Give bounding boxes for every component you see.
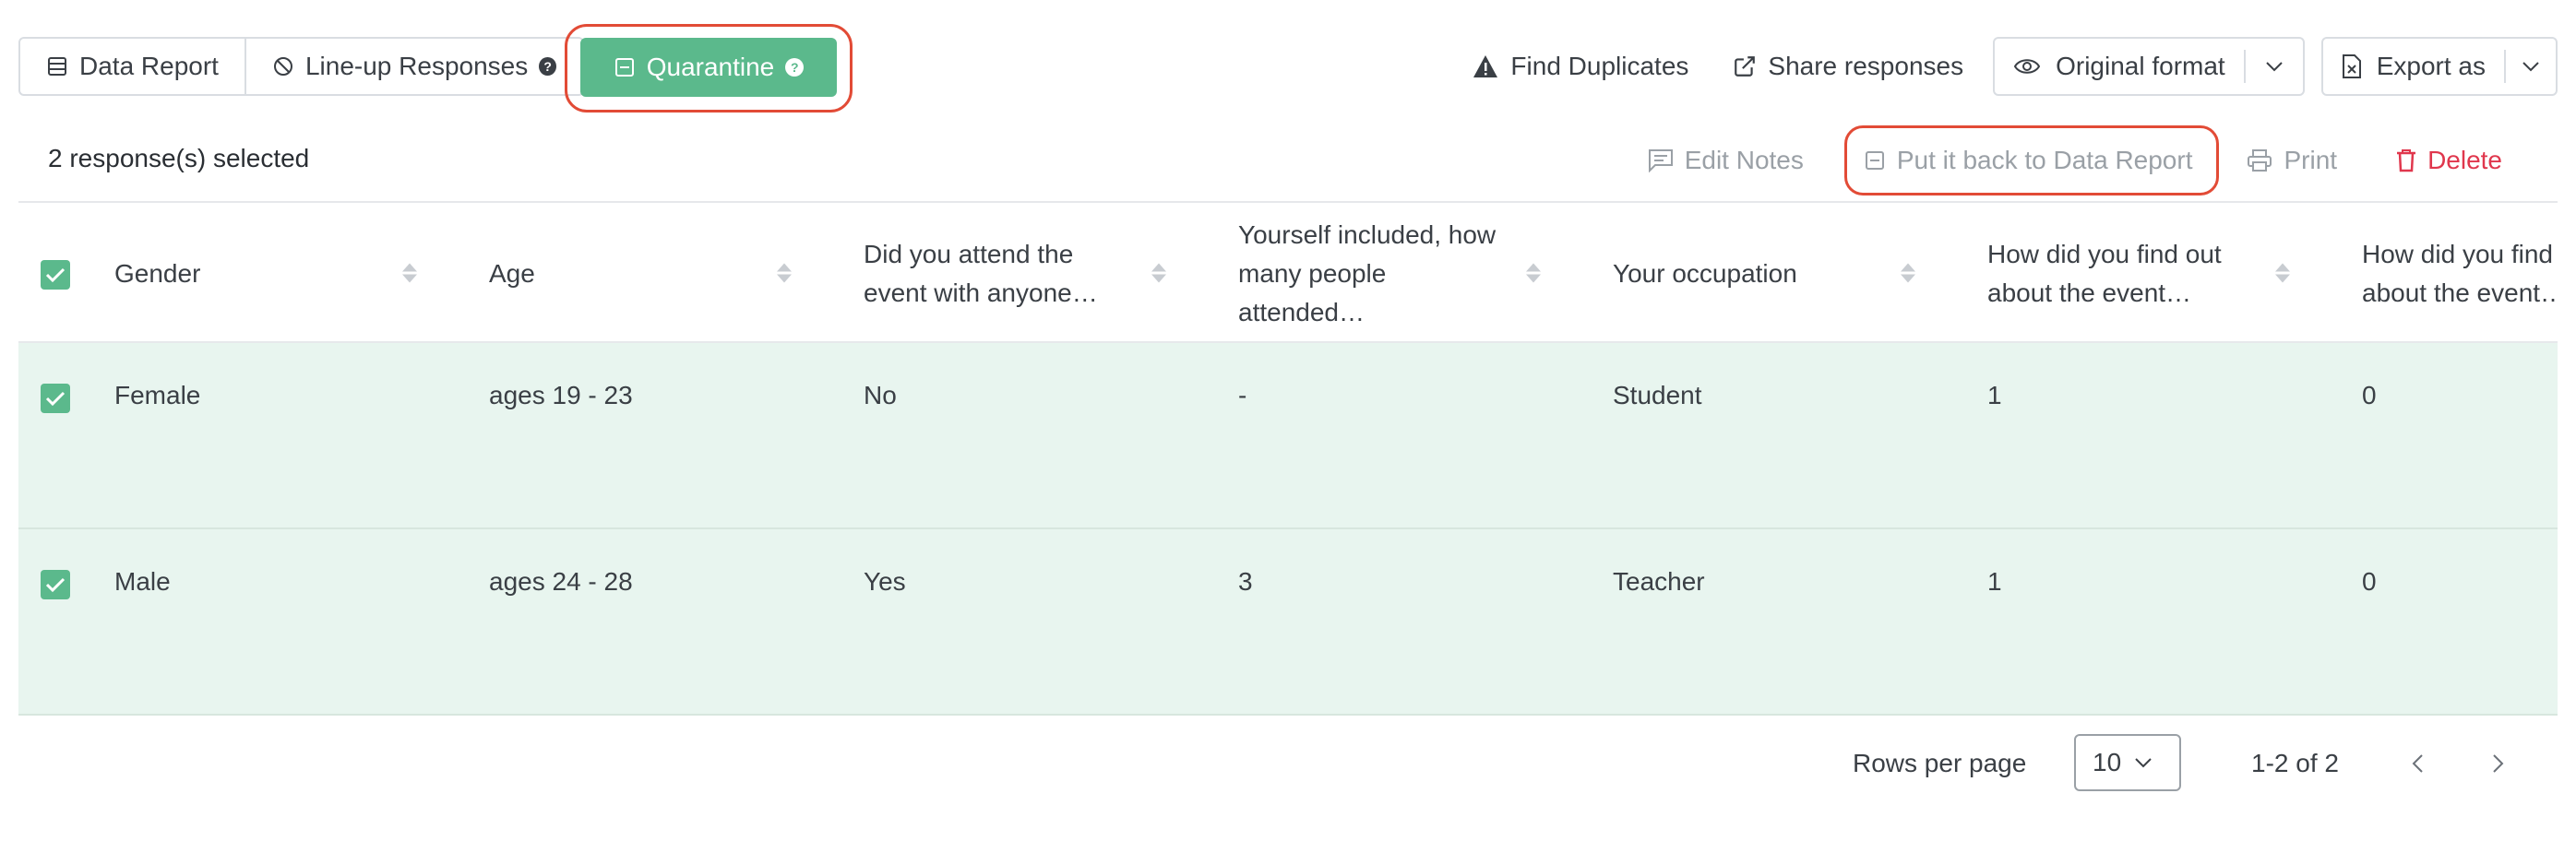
chevron-right-icon: [2493, 754, 2504, 773]
rows-per-page-value: 10: [2093, 748, 2122, 776]
minus-square-icon: [1864, 149, 1886, 172]
table-header: Gender Age Did you attend the event with…: [18, 205, 2558, 343]
edit-notes-button[interactable]: Edit Notes: [1648, 146, 1804, 175]
table-cell: 1: [1987, 381, 2002, 409]
edit-notes-label: Edit Notes: [1684, 146, 1804, 174]
column-header[interactable]: Age: [489, 232, 766, 315]
excel-file-icon: [2342, 53, 2362, 79]
chevron-left-icon: [2412, 754, 2423, 773]
share-responses-label: Share responses: [1768, 52, 1964, 80]
next-page-button[interactable]: [2482, 747, 2515, 780]
table-cell: No: [864, 381, 897, 409]
tab-data-report[interactable]: Data Report: [20, 39, 246, 94]
selection-count: 2 response(s) selected: [48, 144, 310, 172]
delete-button[interactable]: Delete: [2396, 146, 2502, 175]
table-cell: 3: [1238, 567, 1253, 596]
tab-line-up-responses[interactable]: Line-up Responses ?: [246, 39, 582, 94]
sort-icon[interactable]: [402, 263, 417, 283]
pagination: Rows per page 10 1-2 of 2: [18, 734, 2558, 793]
table-cell: ages 24 - 28: [489, 567, 633, 596]
block-icon: [272, 55, 294, 77]
table-cell: 0: [2362, 381, 2377, 409]
chevron-down-icon: [2134, 757, 2153, 768]
column-header[interactable]: Yourself included, how many people atten…: [1238, 220, 1515, 326]
row-checkbox[interactable]: [41, 570, 70, 599]
export-dropdown-label: Export as: [2376, 52, 2486, 80]
quarantine-highlight: Quarantine ?: [565, 24, 853, 113]
responses-table: Gender Age Did you attend the event with…: [18, 205, 2558, 717]
chevron-down-icon[interactable]: [2243, 50, 2303, 83]
table-icon: [46, 55, 68, 77]
put-back-label: Put it back to Data Report: [1896, 146, 2193, 174]
share-responses-button[interactable]: Share responses: [1733, 52, 1963, 81]
rows-per-page-label: Rows per page: [1853, 749, 2027, 777]
column-header[interactable]: Did you attend the event with anyone…: [864, 232, 1140, 315]
print-button[interactable]: Print: [2247, 146, 2337, 175]
external-link-icon: [1733, 54, 1757, 78]
rows-per-page-select[interactable]: 10: [2074, 734, 2181, 791]
selection-actions: Edit Notes Put it back to Data Report Pr…: [1648, 122, 2558, 199]
table-cell: Teacher: [1613, 567, 1705, 596]
table-cell: ages 19 - 23: [489, 381, 633, 409]
trash-icon: [2396, 148, 2416, 172]
tab-data-report-label: Data Report: [79, 52, 219, 80]
delete-label: Delete: [2427, 146, 2502, 174]
minus-square-icon: [614, 56, 636, 78]
sort-icon[interactable]: [1151, 263, 1166, 283]
printer-icon: [2247, 148, 2272, 172]
put-back-button[interactable]: Put it back to Data Report: [1864, 146, 2193, 175]
find-duplicates-label: Find Duplicates: [1510, 52, 1689, 80]
column-header[interactable]: Your occupation: [1613, 232, 1890, 315]
comment-icon: [1648, 148, 1674, 172]
chevron-down-icon[interactable]: [2504, 50, 2556, 83]
eye-icon: [2013, 56, 2041, 77]
table-cell: Female: [114, 381, 201, 409]
table-cell: 0: [2362, 567, 2377, 596]
column-header[interactable]: Gender: [114, 232, 391, 315]
help-icon[interactable]: ?: [785, 58, 805, 77]
toolbar: Data Report Line-up Responses ? Quaranti…: [18, 24, 2558, 113]
table-cell: Yes: [864, 567, 906, 596]
format-dropdown[interactable]: Original format: [1993, 37, 2305, 96]
table-cell: Male: [114, 567, 171, 596]
help-icon[interactable]: ?: [539, 57, 556, 76]
previous-page-button[interactable]: [2401, 747, 2434, 780]
table-cell: 1: [1987, 567, 2002, 596]
table-cell: -: [1238, 381, 1247, 409]
tab-quarantine-label: Quarantine: [646, 53, 775, 81]
warning-icon: [1472, 53, 1499, 79]
sort-icon[interactable]: [1526, 263, 1541, 283]
export-dropdown[interactable]: Export as: [2320, 37, 2558, 96]
table-row[interactable]: Male ages 24 - 28 Yes 3 Teacher 1 0: [18, 529, 2558, 716]
page-range: 1-2 of 2: [2251, 749, 2339, 777]
tab-quarantine[interactable]: Quarantine ?: [580, 38, 837, 97]
selection-bar: 2 response(s) selected Edit Notes Put it…: [18, 122, 2558, 203]
put-back-highlight: Put it back to Data Report: [1843, 125, 2220, 195]
column-header[interactable]: How did you find out about the event…: [1987, 232, 2264, 315]
sort-icon[interactable]: [1901, 263, 1915, 283]
sort-icon[interactable]: [777, 263, 792, 283]
find-duplicates-button[interactable]: Find Duplicates: [1472, 52, 1688, 81]
table-row[interactable]: Female ages 19 - 23 No - Student 1 0: [18, 343, 2558, 529]
tab-line-up-responses-label: Line-up Responses: [304, 52, 529, 80]
table-cell: Student: [1613, 381, 1702, 409]
view-tabs: Data Report Line-up Responses ?: [18, 37, 584, 96]
toolbar-actions: Find Duplicates Share responses Original…: [1427, 37, 2558, 96]
print-label: Print: [2284, 146, 2338, 174]
column-header[interactable]: How did you find out about the event…: [2362, 232, 2558, 315]
format-dropdown-label: Original format: [2056, 52, 2225, 80]
row-checkbox[interactable]: [41, 384, 70, 413]
sort-icon[interactable]: [2275, 263, 2290, 283]
select-all-checkbox[interactable]: [41, 260, 70, 290]
